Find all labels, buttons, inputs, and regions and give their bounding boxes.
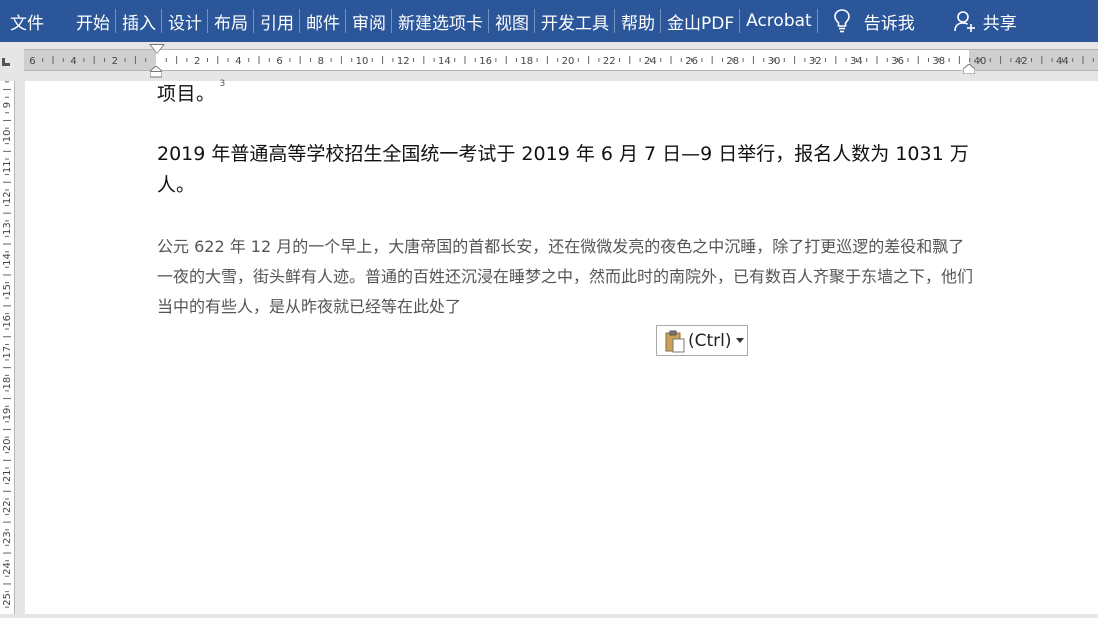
- lightbulb-icon: [833, 9, 850, 33]
- vertical-ruler-number: 15: [2, 284, 13, 297]
- vertical-ruler-number: 23: [2, 531, 13, 544]
- paragraph-1-text: 项目。: [157, 83, 216, 105]
- ruler-number: 2: [112, 56, 118, 67]
- vertical-ruler-number: 12: [2, 191, 13, 204]
- paste-options-button[interactable]: (Ctrl): [656, 325, 748, 356]
- ribbon-tab-bar: 文件 开始 插入 设计 布局 引用 邮件 审阅 新建选项卡 视图 开发工具 帮助 金山PDF Acrob…: [0, 0, 1098, 42]
- clipboard-icon: [665, 330, 685, 352]
- ruler-number: 4: [70, 56, 76, 67]
- chevron-down-icon: [735, 338, 744, 343]
- vertical-ruler-number: 19: [2, 408, 13, 421]
- paragraph-2[interactable]: 2019 年普通高等学校招生全国统一考试于 2019 年 6 月 7 日—9 日…: [157, 139, 977, 201]
- vertical-ruler-number: 9: [2, 102, 13, 108]
- horizontal-ruler[interactable]: 6 4 2 2 4 6 8 10 12 14 16 18 20 22 24 26 28 30 32 34 36 38 40 4…: [24, 49, 1098, 71]
- tab-selector[interactable]: [2, 58, 10, 66]
- person-add-icon: [953, 11, 975, 32]
- ruler-number: 18: [520, 56, 533, 67]
- vertical-ruler-number: 20: [2, 439, 13, 452]
- ruler-number: 14: [438, 56, 451, 67]
- ruler-number: 6: [29, 56, 35, 67]
- ruler-number: 22: [603, 56, 616, 67]
- tab-11[interactable]: 金山PDF: [661, 0, 741, 42]
- vertical-ruler[interactable]: 9 10 11 12 13 14 15 16 17 18 19 20 21 22 23 24 25: [0, 81, 15, 614]
- left-indent-marker[interactable]: [150, 66, 162, 78]
- vertical-ruler-number: 25: [2, 593, 13, 606]
- share-label: 共享: [982, 13, 1017, 34]
- ruler-ticks: 6 4 2 2 4 6 8 10 12 14 16 18 20 22 24 26 28 30 32 34 36 38 40 4…: [29, 56, 1094, 67]
- tab-10[interactable]: 帮助: [615, 0, 661, 42]
- ruler-number: 16: [479, 56, 492, 67]
- tab-2[interactable]: 设计: [162, 0, 208, 42]
- paste-options-label: (Ctrl): [688, 330, 732, 351]
- right-indent-marker[interactable]: [963, 64, 975, 74]
- tell-me-label: 告诉我: [863, 13, 915, 34]
- ruler-number: 4: [235, 56, 241, 67]
- tab-4[interactable]: 引用: [254, 0, 300, 42]
- tab-0[interactable]: 开始: [70, 0, 116, 42]
- vertical-ruler-number: 18: [2, 377, 13, 390]
- vertical-ruler-number: 22: [2, 500, 13, 513]
- share-button[interactable]: 共享: [953, 0, 1017, 42]
- footnote-reference[interactable]: 3: [220, 79, 226, 89]
- vertical-ruler-number: 17: [2, 346, 13, 359]
- vertical-ruler-number: 13: [2, 222, 13, 235]
- tab-1[interactable]: 插入: [116, 0, 162, 42]
- vertical-ruler-number: 10: [2, 130, 13, 143]
- ruler-number: 20: [562, 56, 575, 67]
- tab-9[interactable]: 开发工具: [535, 0, 615, 42]
- vertical-ruler-number: 21: [2, 469, 13, 482]
- tab-12[interactable]: Acrobat: [740, 0, 818, 42]
- ruler-number: 6: [276, 56, 282, 67]
- tell-me-box[interactable]: 告诉我: [833, 0, 915, 42]
- vertical-ruler-number: 24: [2, 562, 13, 575]
- ruler-number: 8: [318, 56, 324, 67]
- vertical-ruler-number: 11: [2, 160, 13, 173]
- tab-7[interactable]: 新建选项卡: [392, 0, 489, 42]
- paragraph-3[interactable]: 公元 622 年 12 月的一个早上，大唐帝国的首都长安，还在微微发亮的夜色之中…: [157, 232, 977, 322]
- tab-3[interactable]: 布局: [208, 0, 254, 42]
- tab-8[interactable]: 视图: [489, 0, 535, 42]
- vertical-ruler-number: 16: [2, 315, 13, 328]
- ruler-number: 12: [397, 56, 410, 67]
- vertical-ruler-number: 14: [2, 253, 13, 266]
- ruler-number: 2: [194, 56, 200, 67]
- ruler-number: 10: [356, 56, 369, 67]
- tab-file[interactable]: 文件: [0, 0, 56, 42]
- first-line-indent-marker-fill: [151, 45, 163, 53]
- ribbon-tabs: 开始 插入 设计 布局 引用 邮件 审阅 新建选项卡 视图 开发工具 帮助 金山PDF Acrobat: [70, 0, 818, 42]
- tab-5[interactable]: 邮件: [300, 0, 346, 42]
- paragraph-1[interactable]: 项目。 3: [157, 79, 226, 106]
- vertical-ruler-ticks: 9 10 11 12 13 14 15 16 17 18 19 20 21 22 23 24 25: [2, 81, 13, 608]
- tab-6[interactable]: 审阅: [346, 0, 392, 42]
